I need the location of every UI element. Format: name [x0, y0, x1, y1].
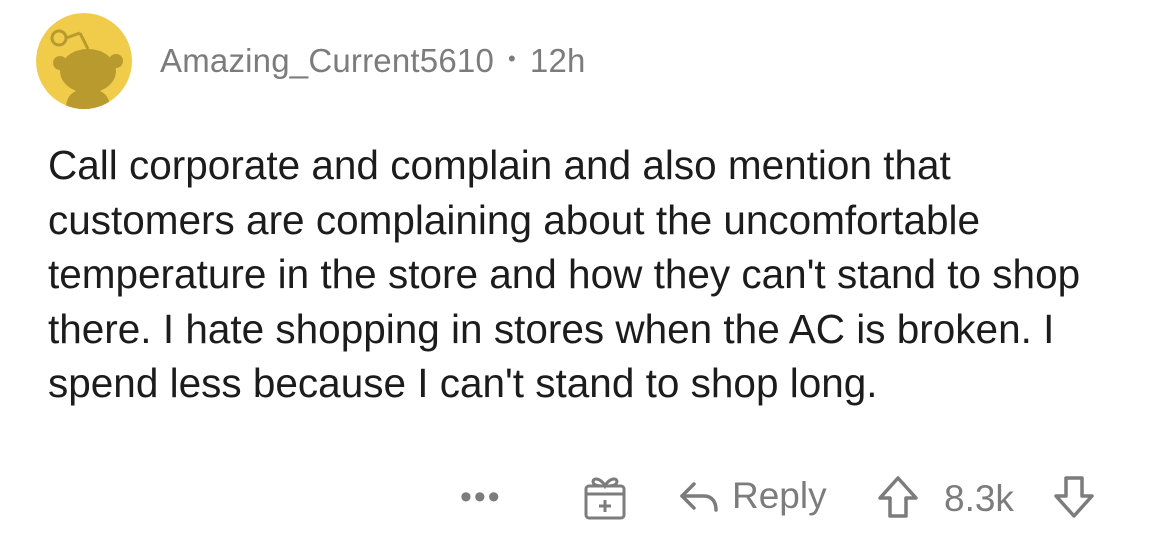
snoo-avatar-icon	[36, 13, 132, 109]
comment-actions: ••• Reply 8.3k	[0, 470, 1170, 526]
upvote-arrow-icon	[878, 476, 918, 518]
downvote-button[interactable]	[1050, 472, 1098, 522]
downvote-arrow-icon	[1054, 476, 1094, 518]
meta-separator: •	[508, 46, 516, 71]
comment-age: 12h	[529, 42, 586, 79]
comment-meta: Amazing_Current5610 • 12h	[160, 42, 586, 80]
gift-icon	[584, 477, 626, 520]
reply-arrow-icon	[680, 482, 718, 512]
more-options-button[interactable]: •••	[460, 478, 502, 517]
upvote-button[interactable]	[874, 472, 922, 522]
award-button[interactable]	[580, 472, 630, 522]
vote-score: 8.3k	[944, 478, 1014, 519]
comment-body: Call corporate and complain and also men…	[48, 142, 1081, 406]
comment-card: Amazing_Current5610 • 12h Call corporate…	[0, 0, 1170, 542]
comment-header: Amazing_Current5610 • 12h	[36, 13, 586, 109]
reply-button[interactable]: Reply	[674, 472, 827, 520]
author-username[interactable]: Amazing_Current5610	[160, 42, 494, 80]
avatar[interactable]	[36, 13, 132, 109]
reply-label: Reply	[732, 475, 827, 516]
